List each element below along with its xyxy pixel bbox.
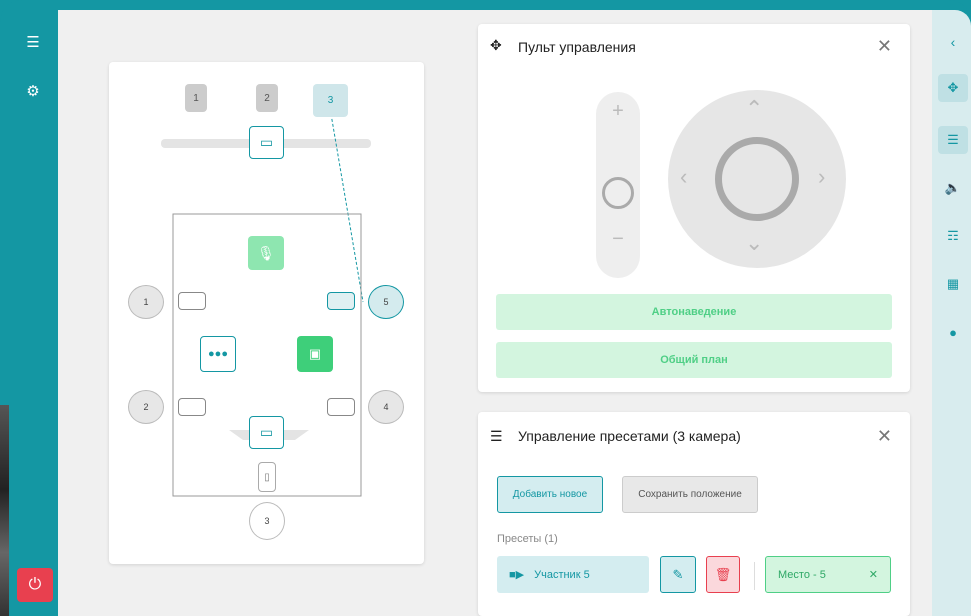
presets-count-label: Пресеты (1) (497, 533, 558, 545)
codec-1-icon (178, 292, 206, 310)
control-panel-card: ✥ Пульт управления ✕ + − ⌃ ⌄ ‹ › Автонав… (478, 24, 910, 392)
list-panel-icon[interactable]: ☰ (938, 126, 968, 154)
control-panel-title: Пульт управления (518, 39, 636, 55)
right-sidebar: ‹ ✥ ☰ 🔈 ☶ ▦ ● (932, 10, 971, 616)
camera-1[interactable]: 1 (128, 285, 164, 319)
camera-3[interactable]: 3 (249, 502, 285, 540)
preset-name: Участник 5 (534, 568, 590, 581)
mic-settings-icon[interactable]: ● (938, 318, 968, 346)
arrow-up-icon[interactable]: ⌃ (745, 96, 763, 122)
screen-1-label: 1 (193, 92, 199, 104)
trash-icon: 🗑 (714, 566, 732, 582)
camera-4-label: 4 (383, 402, 389, 412)
camera-4[interactable]: 4 (368, 390, 404, 424)
volume-icon[interactable]: 🔈 (938, 174, 968, 202)
direction-pad[interactable]: ⌃ ⌄ ‹ › (668, 90, 846, 268)
table-display-icon[interactable]: ▭ (249, 416, 284, 449)
place-chip[interactable]: Место - 5 ✕ (765, 556, 891, 593)
power-button[interactable]: ⏻ (17, 568, 53, 602)
participants-icon[interactable]: ●●● (200, 336, 236, 372)
arrow-right-icon[interactable]: › (818, 164, 825, 190)
divider (754, 562, 755, 590)
codec-2-icon (178, 398, 206, 416)
save-position-button[interactable]: Сохранить положение (622, 476, 758, 513)
left-sidebar: ☰ ⚙ (9, 10, 57, 616)
menu-icon[interactable]: ☰ (9, 33, 57, 51)
screen-2[interactable]: 2 (256, 84, 278, 112)
main-area: 1 2 3 ▭ 🎙 ●●● ▣ ▭ ▯ 1 5 2 4 3 ✥ Пульт уп… (58, 10, 932, 616)
camera-2[interactable]: 2 (128, 390, 164, 424)
screen-2-label: 2 (264, 92, 270, 104)
mixer-icon[interactable]: ☶ (938, 222, 968, 250)
close-presets-button[interactable]: ✕ (877, 426, 892, 447)
place-label: Место - 5 (778, 568, 826, 581)
gear-icon[interactable]: ⚙ (9, 82, 57, 100)
screen-1[interactable]: 1 (185, 84, 207, 112)
pencil-icon: ✎ (672, 566, 684, 582)
microphone-icon[interactable]: 🎙 (248, 236, 284, 270)
camera-5-label: 5 (383, 297, 389, 307)
move-panel-icon[interactable]: ✥ (938, 74, 968, 102)
edit-preset-button[interactable]: ✎ (660, 556, 696, 593)
preset-item[interactable]: ■▶ Участник 5 (497, 556, 649, 593)
video-camera-icon: ■▶ (509, 569, 525, 581)
arrow-down-icon[interactable]: ⌄ (745, 230, 763, 256)
zoom-out-icon[interactable]: − (596, 228, 640, 251)
zoom-in-icon[interactable]: + (596, 100, 640, 123)
delete-preset-button[interactable]: 🗑 (706, 556, 740, 593)
codec-5-icon (327, 292, 355, 310)
list-icon: ☰ (490, 428, 503, 444)
app-window: ☰ ⚙ ⏻ 1 2 3 ▭ 🎙 ●●● ▣ ▭ ▯ 1 5 2 4 3 ✥ Пу… (0, 0, 971, 616)
room-layout-card: 1 2 3 ▭ 🎙 ●●● ▣ ▭ ▯ 1 5 2 4 3 (109, 62, 424, 564)
zoom-slider[interactable]: + − (596, 92, 640, 278)
camera-3-label: 3 (264, 516, 270, 526)
camera-1-label: 1 (143, 297, 149, 307)
arrow-left-icon[interactable]: ‹ (680, 164, 687, 190)
close-icon[interactable]: ✕ (869, 568, 878, 581)
presets-card: ☰ Управление пресетами (3 камера) ✕ Доба… (478, 412, 910, 616)
move-icon: ✥ (490, 37, 502, 53)
wide-shot-button[interactable]: Общий план (496, 342, 892, 378)
camera-5[interactable]: 5 (368, 285, 404, 319)
camera-2-label: 2 (143, 402, 149, 412)
add-preset-button[interactable]: Добавить новое (497, 476, 603, 513)
chevron-left-icon[interactable]: ‹ (938, 28, 968, 56)
zoom-knob[interactable] (602, 177, 634, 209)
codec-4-icon (327, 398, 355, 416)
close-control-button[interactable]: ✕ (877, 36, 892, 57)
grid-icon[interactable]: ▦ (938, 270, 968, 298)
share-screen-icon[interactable]: ▣ (297, 336, 333, 372)
switch-icon[interactable]: ▯ (258, 462, 276, 492)
presets-title: Управление пресетами (3 камера) (518, 428, 741, 444)
main-display-icon[interactable]: ▭ (249, 126, 284, 159)
center-button[interactable] (715, 137, 799, 221)
auto-aim-button[interactable]: Автонаведение (496, 294, 892, 330)
screen-3-label: 3 (327, 95, 334, 106)
screen-3[interactable]: 3 (313, 84, 348, 117)
power-icon: ⏻ (28, 576, 42, 593)
